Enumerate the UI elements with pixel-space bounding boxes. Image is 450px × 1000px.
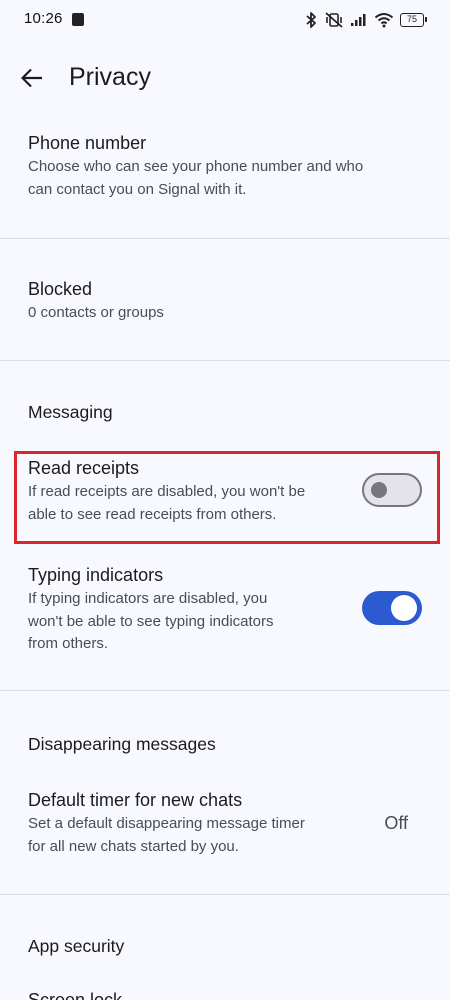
app-bar: Privacy (0, 52, 450, 102)
blocked-item[interactable]: Blocked 0 contacts or groups (0, 239, 450, 360)
read-receipts-desc-line2: able to see read receipts from others. (28, 505, 277, 523)
blocked-title: Blocked (28, 279, 93, 299)
typing-indicators-description: If typing indicators are disabled, you w… (28, 588, 274, 656)
phone-number-title: Phone number (28, 133, 147, 153)
divider (0, 360, 450, 361)
vibrate-off-icon (325, 12, 343, 28)
back-button[interactable] (14, 60, 50, 96)
default-timer-desc-line1: Set a default disappearing message timer (28, 815, 305, 832)
default-timer-title: Default timer for new chats (28, 790, 243, 810)
typing-indicators-desc-line1: If typing indicators are disabled, you (28, 590, 268, 607)
phone-number-item[interactable]: Phone number Choose who can see your pho… (0, 120, 450, 238)
bluetooth-icon (306, 12, 316, 28)
screen-lock-item[interactable]: Screen lock (0, 980, 450, 1000)
default-timer-desc-line2: for all new chats started by you. (28, 837, 239, 855)
typing-indicators-desc-line3: from others. (28, 635, 109, 652)
notification-square-icon (72, 13, 84, 26)
typing-indicators-desc-line2: won't be able to see typing indicators (28, 612, 274, 630)
app-security-section-header: App security (28, 936, 125, 956)
disappearing-section-header: Disappearing messages (28, 734, 216, 754)
toggle-knob (371, 482, 387, 498)
arrow-left-icon (21, 68, 42, 88)
battery-icon: 75 (400, 13, 427, 27)
privacy-screen: 10:26 75 Privacy Phone number Choose who… (0, 0, 450, 1000)
status-time: 10:26 (24, 10, 63, 27)
read-receipts-toggle[interactable] (362, 473, 422, 507)
status-bar: 10:26 75 (0, 0, 450, 40)
read-receipts-desc-line1: If read receipts are disabled, you won't… (28, 483, 306, 500)
default-timer-value: Off (384, 813, 408, 833)
signal-icon (351, 14, 366, 26)
phone-number-desc-line1: Choose who can see your phone number and… (28, 158, 364, 175)
read-receipts-description: If read receipts are disabled, you won't… (28, 481, 305, 526)
default-timer-item[interactable]: Default timer for new chats Set a defaul… (0, 780, 450, 880)
typing-indicators-title: Typing indicators (28, 565, 164, 585)
typing-indicators-item[interactable]: Typing indicators If typing indicators a… (0, 555, 450, 685)
screen-lock-title: Screen lock (28, 990, 123, 1000)
toggle-knob (391, 595, 417, 621)
phone-number-desc-line2: can contact you on Signal with it. (28, 180, 247, 198)
status-icons: 75 (304, 9, 427, 31)
read-receipts-item[interactable]: Read receipts If read receipts are disab… (0, 448, 450, 546)
divider (0, 690, 450, 691)
default-timer-description: Set a default disappearing message timer… (28, 813, 305, 858)
typing-indicators-toggle[interactable] (362, 591, 422, 625)
blocked-description: 0 contacts or groups (28, 304, 164, 321)
messaging-section-header: Messaging (28, 402, 113, 422)
battery-level: 75 (406, 14, 417, 24)
page-title: Privacy (69, 63, 151, 91)
divider (0, 894, 450, 895)
phone-number-description: Choose who can see your phone number and… (28, 156, 363, 201)
read-receipts-title: Read receipts (28, 458, 140, 478)
wifi-icon (374, 13, 394, 28)
